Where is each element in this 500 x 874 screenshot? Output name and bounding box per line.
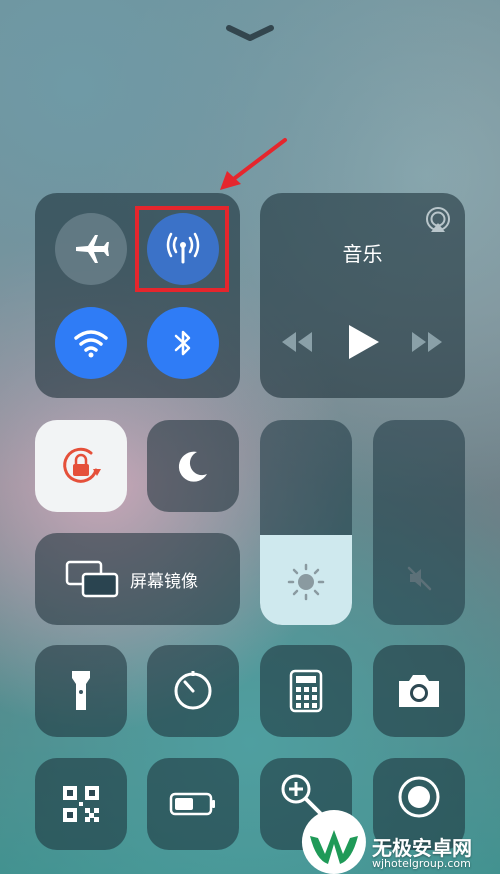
speaker-muted-icon: [407, 566, 432, 591]
moon-icon: [178, 451, 207, 482]
annotation-arrow: [215, 135, 290, 195]
rewind-icon: [282, 332, 312, 352]
record-icon: [398, 776, 440, 818]
battery-icon: [169, 792, 215, 816]
do-not-disturb-button[interactable]: [147, 420, 239, 512]
camera-icon: [399, 675, 439, 707]
qr-code-icon: [63, 786, 99, 822]
calculator-button[interactable]: [260, 645, 352, 737]
airplay-icon[interactable]: [423, 205, 453, 235]
previous-track-button[interactable]: [280, 330, 314, 354]
airplane-icon: [76, 235, 109, 263]
brightness-slider[interactable]: [260, 420, 352, 625]
low-power-mode-button[interactable]: [147, 758, 239, 850]
play-icon: [349, 325, 379, 359]
wifi-icon: [74, 330, 108, 358]
qr-code-scanner-button[interactable]: [35, 758, 127, 850]
camera-button[interactable]: [373, 645, 465, 737]
flashlight-button[interactable]: [35, 645, 127, 737]
timer-icon: [174, 671, 212, 710]
airplane-mode-button[interactable]: [55, 213, 127, 285]
bluetooth-button[interactable]: [147, 307, 219, 379]
watermark-logo: [298, 806, 370, 874]
play-button[interactable]: [345, 322, 381, 362]
timer-button[interactable]: [147, 645, 239, 737]
watermark-url: wjhotelgroup.com: [372, 857, 471, 870]
screen-mirroring-label: 屏幕镜像: [130, 572, 198, 592]
bluetooth-icon: [174, 330, 191, 356]
dismiss-chevron-icon[interactable]: [225, 24, 275, 42]
sun-icon: [287, 563, 325, 601]
volume-slider[interactable]: [373, 420, 465, 625]
screen-mirroring-icon: [65, 560, 119, 598]
wifi-button[interactable]: [55, 307, 127, 379]
calculator-icon: [289, 669, 323, 713]
rotation-lock-icon: [63, 447, 101, 483]
orientation-lock-button[interactable]: [35, 420, 127, 512]
fast-forward-icon: [412, 332, 442, 352]
media-title: 音乐: [342, 242, 383, 266]
next-track-button[interactable]: [410, 330, 444, 354]
highlight-box: [135, 206, 229, 292]
flashlight-icon: [72, 671, 90, 710]
